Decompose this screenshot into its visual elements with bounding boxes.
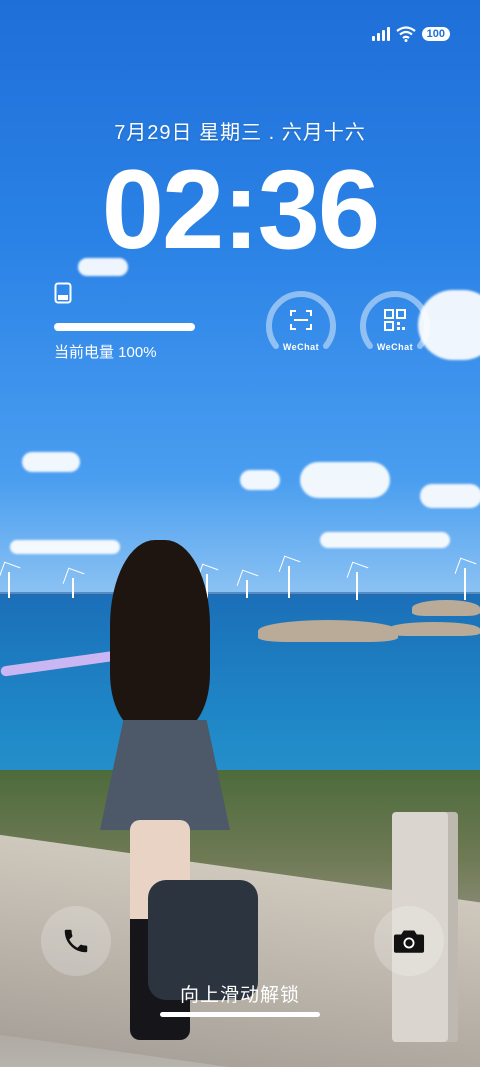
unlock-hint: 向上滑动解锁 [179, 985, 300, 1006]
shortcut-label: WeChat [376, 342, 414, 352]
island [258, 620, 398, 642]
wind-turbine [8, 572, 10, 598]
wind-turbine [72, 578, 74, 598]
cloud [420, 484, 480, 508]
cloud [10, 540, 120, 554]
lockscreen-clock: 02:36 [101, 147, 380, 272]
cloud [320, 532, 450, 548]
camera-icon [393, 930, 425, 953]
signal-icon [371, 27, 390, 41]
wind-turbine [288, 566, 290, 598]
scan-icon [290, 310, 312, 330]
cloud [300, 462, 390, 498]
phone-icon [64, 929, 88, 953]
battery-widget[interactable]: 当前电量 100% [54, 282, 199, 362]
cloud [22, 452, 80, 472]
camera-button[interactable] [374, 906, 444, 976]
shortcut-label: WeChat [282, 342, 320, 352]
battery-level-badge: 100 [421, 27, 450, 41]
wechat-scan-shortcut[interactable]: WeChat [266, 288, 336, 358]
battery-label: 当前电量 100% [54, 344, 157, 361]
phone-button[interactable] [41, 906, 111, 976]
island [412, 600, 480, 616]
wifi-icon [395, 26, 416, 42]
home-indicator[interactable] [160, 1012, 320, 1017]
qr-code-icon [384, 309, 406, 331]
wind-turbine [464, 568, 466, 600]
lockscreen-date: 7月29日 星期三 . 六月十六 [114, 122, 366, 144]
battery-progress-bar [54, 323, 195, 331]
wechat-qr-shortcut[interactable]: WeChat [360, 288, 430, 358]
wind-turbine [356, 572, 358, 600]
island [388, 622, 480, 636]
device-battery-icon [54, 282, 72, 304]
cloud [240, 470, 280, 490]
wind-turbine [246, 580, 248, 598]
girl-hair [110, 540, 210, 730]
status-bar: 100 [371, 24, 450, 44]
